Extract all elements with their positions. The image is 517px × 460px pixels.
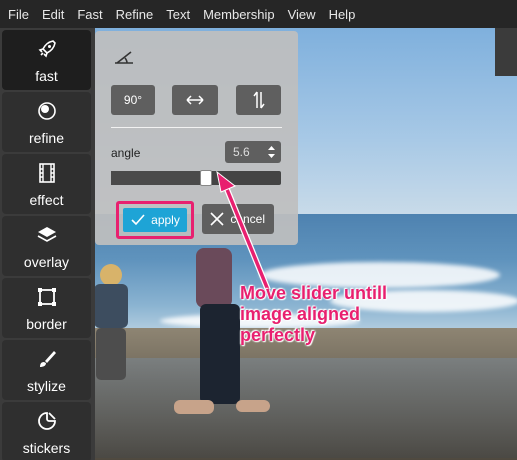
tool-overlay[interactable]: overlay xyxy=(2,216,91,276)
tool-label: fast xyxy=(35,68,58,84)
brush-icon xyxy=(40,351,56,367)
tool-label: refine xyxy=(28,130,65,146)
rocket-icon xyxy=(38,40,56,58)
photo-child-body xyxy=(94,284,128,328)
photo-adult-foot xyxy=(236,400,270,412)
photo-child-head xyxy=(100,264,122,286)
tool-label: stickers xyxy=(22,440,71,456)
annotation-line: perfectly xyxy=(240,325,316,345)
straighten-angle-icon xyxy=(115,51,133,64)
photo-child-legs xyxy=(96,328,126,380)
rotate-90-button[interactable]: 90° xyxy=(111,85,155,115)
menu-file[interactable]: File xyxy=(8,7,29,22)
menu-fast[interactable]: Fast xyxy=(77,7,102,22)
angle-label: angle xyxy=(111,146,141,160)
film-icon xyxy=(39,163,55,183)
flip-vertical-button[interactable] xyxy=(236,85,281,115)
tool-label: overlay xyxy=(23,254,70,270)
rotate-90-label: 90° xyxy=(123,93,143,107)
flip-horizontal-button[interactable] xyxy=(172,85,218,115)
menu-help[interactable]: Help xyxy=(329,7,356,22)
annotation-line: image aligned xyxy=(240,304,361,324)
slider-thumb[interactable] xyxy=(200,170,212,186)
border-frame-icon xyxy=(38,288,56,306)
tools-sidebar: fast refine effect overlay border styliz… xyxy=(0,28,91,460)
apply-highlight: apply xyxy=(116,201,194,239)
tool-border[interactable]: border xyxy=(2,278,91,338)
apply-label: apply xyxy=(151,213,180,227)
flip-horizontal-icon xyxy=(186,95,204,105)
menu-text[interactable]: Text xyxy=(166,7,190,22)
tool-label: effect xyxy=(29,192,64,208)
angle-stepper[interactable]: 5.6 xyxy=(225,141,281,163)
annotation-text: Move slider untill image aligned perfect… xyxy=(240,283,430,346)
photo-adult-legs xyxy=(200,304,240,404)
layers-icon xyxy=(37,227,57,242)
menu-view[interactable]: View xyxy=(288,7,316,22)
photo-adult-torso xyxy=(196,248,232,308)
tool-effect[interactable]: effect xyxy=(2,154,91,214)
photo-adult-foot xyxy=(174,400,214,414)
refine-icon xyxy=(38,102,56,120)
cancel-button[interactable]: cancel xyxy=(202,204,274,234)
tool-label: border xyxy=(26,316,67,332)
close-icon xyxy=(210,212,224,226)
angle-value[interactable]: 5.6 xyxy=(233,145,250,159)
slider-fill xyxy=(111,171,206,185)
stepper-arrows-icon[interactable] xyxy=(267,144,276,160)
sticker-icon xyxy=(38,412,56,430)
tool-stickers[interactable]: stickers xyxy=(2,402,91,460)
tool-fast[interactable]: fast xyxy=(2,30,91,90)
menu-edit[interactable]: Edit xyxy=(42,7,64,22)
annotation-line: Move slider untill xyxy=(240,283,388,303)
menu-bar: File Edit Fast Refine Text Membership Vi… xyxy=(0,0,517,28)
menu-membership[interactable]: Membership xyxy=(203,7,275,22)
tool-label: stylize xyxy=(27,378,66,394)
menu-refine[interactable]: Refine xyxy=(116,7,154,22)
canvas-right-margin xyxy=(495,28,517,76)
panel-divider xyxy=(111,127,282,128)
rotate-panel: 90° angle 5.6 apply cancel xyxy=(95,31,298,245)
angle-slider[interactable] xyxy=(111,170,281,186)
apply-button[interactable]: apply xyxy=(123,208,187,232)
tool-refine[interactable]: refine xyxy=(2,92,91,152)
flip-vertical-icon xyxy=(252,91,265,109)
check-icon xyxy=(131,214,145,226)
tool-stylize[interactable]: stylize xyxy=(2,340,91,400)
cancel-label: cancel xyxy=(230,212,265,226)
